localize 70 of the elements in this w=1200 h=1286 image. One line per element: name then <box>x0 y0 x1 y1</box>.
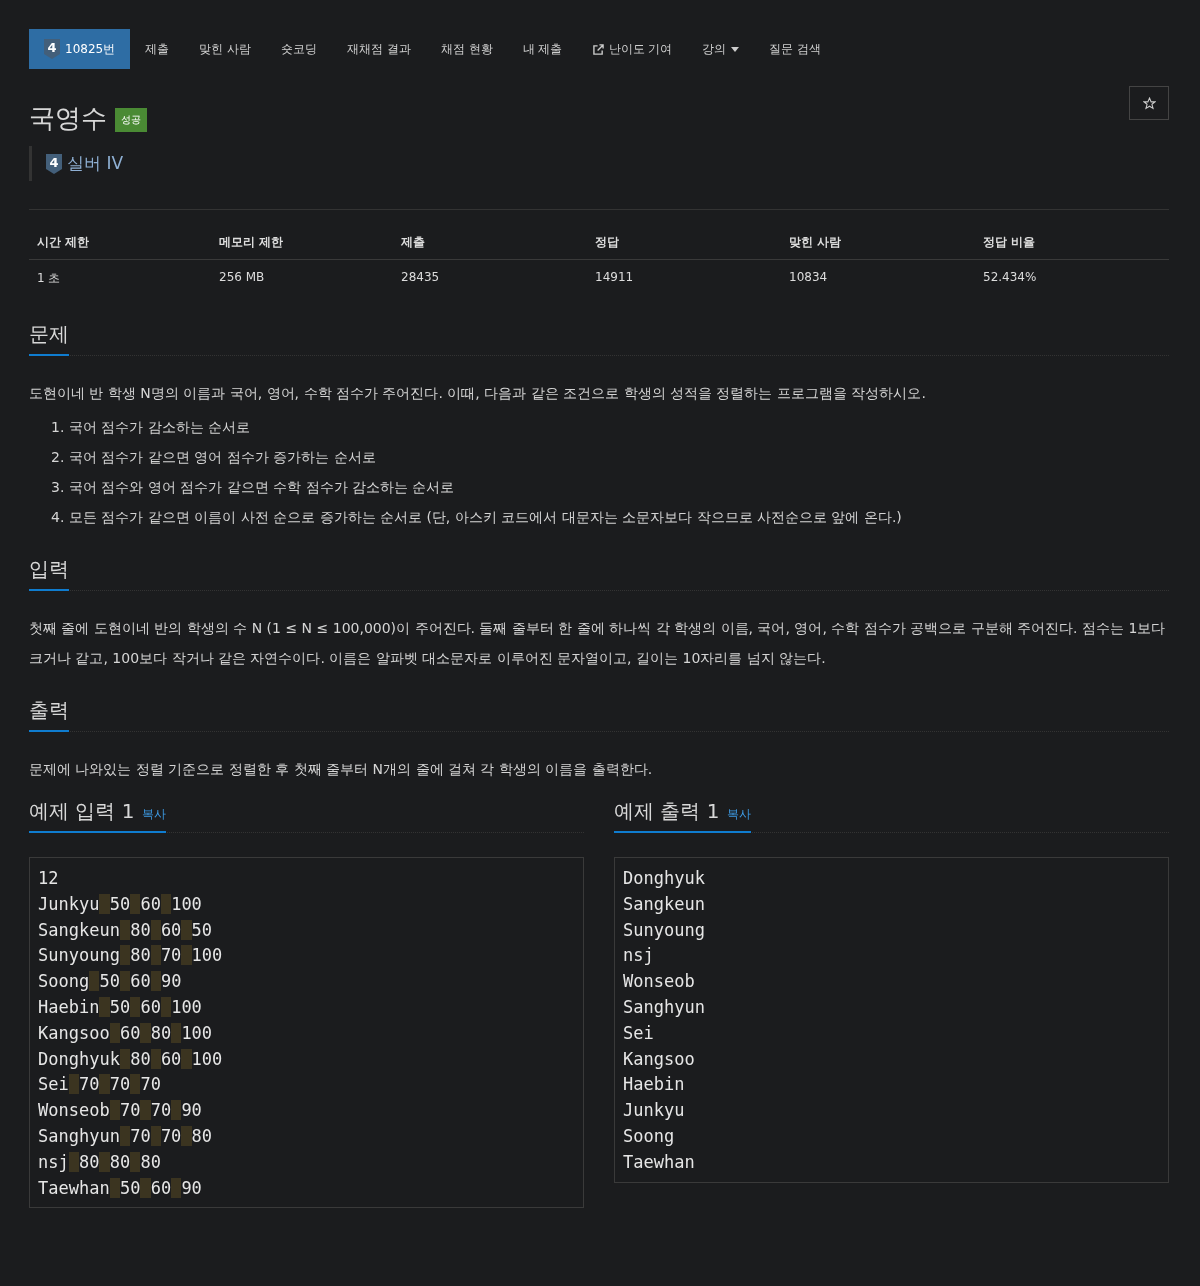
tier-badge: 4 <box>44 39 60 59</box>
code-line: nsj 80 80 80 <box>38 1150 162 1174</box>
code-line: Sangkeun <box>623 892 706 916</box>
copy-link[interactable]: 복사 <box>142 806 167 823</box>
nav-tab[interactable]: 재채점 결과 <box>332 29 426 69</box>
code-line: Sei 70 70 70 <box>38 1073 162 1097</box>
favorite-button[interactable] <box>1129 86 1169 120</box>
nav-tab[interactable]: 채점 현황 <box>425 29 508 69</box>
column-header: 시간 제한 <box>29 226 211 260</box>
sample-heading: 예제 입력 1 <box>29 798 135 825</box>
code-line: Donghyuk <box>623 867 706 890</box>
problem-title: 국영수 <box>29 103 107 133</box>
list-item: 2. 국어 점수가 같으면 영어 점수가 증가하는 순서로 <box>51 448 377 467</box>
column-header: 정답 <box>587 226 781 260</box>
list-item: 4. 모든 점수가 같으면 이름이 사전 순으로 증가하는 순서로 (단, 아스키 코드에서 대문자는 소문자보다 작으므로 사전순으로 앞에 온다.) <box>51 508 903 527</box>
code-line: Junkyu 50 60 100 <box>38 892 203 916</box>
column-header: 메모리 제한 <box>211 226 393 260</box>
table-cell-text: 52.434% <box>982 269 1038 286</box>
code-line: Sunyoung 80 70 100 <box>38 944 224 968</box>
nav-tab[interactable]: 숏코딩 <box>266 29 332 69</box>
code-line: nsj <box>623 944 655 968</box>
section-paragraph: 도현이네 반 학생 N명의 이름과 국어, 영어, 수학 점수가 주어진다. 이때, 다음과 같은 조건으로 학생의 성적을 정렬하는 프로그램을 작성하시오. <box>29 384 927 403</box>
nav-tab[interactable]: 맞힌 사람 <box>184 29 266 69</box>
caret-icon <box>731 46 740 52</box>
code-line: Soong 50 60 90 <box>38 970 183 994</box>
table-cell-text: 1 초 <box>36 270 62 287</box>
code-line: Donghyuk 80 60 100 <box>38 1047 224 1071</box>
nav-tab[interactable]: 난이도 기여 <box>577 29 688 69</box>
table-cell-text: 28435 <box>400 269 441 286</box>
column-header: 제출 <box>393 226 587 260</box>
code-line: Haebin 50 60 100 <box>38 995 203 1019</box>
nav-tab[interactable]: 제출 <box>130 29 185 69</box>
code-line: Junkyu <box>623 1099 686 1123</box>
tier-badge: 4 <box>46 153 62 174</box>
nav-tab[interactable]: 질문 검색 <box>754 29 837 69</box>
code-line: Sangkeun 80 60 50 <box>38 918 214 942</box>
code-line: Taewhan <box>623 1150 696 1174</box>
section-paragraph: 문제에 나와있는 정렬 기준으로 정렬한 후 첫째 줄부터 N개의 줄에 걸쳐 각 학생의 이름을 출력한다. <box>29 760 654 779</box>
code-line: Haebin <box>623 1073 686 1097</box>
nav-tab[interactable]: 내 제출 <box>507 29 578 69</box>
nav-tab[interactable]: 4 10825번 <box>29 29 131 69</box>
section-paragraph: 첫째 줄에 도현이네 반의 학생의 수 N (1 ≤ N ≤ 100,000)이 주어진다. 둘째 줄부터 한 줄에 하나씩 각 학생의 이름, 국어, 영어, 수학 점수가 공백으로 구분해 주어진다. 점수는 1보다 크거나 같고, 100보다 작거나 같은 자연수이다. 이름은 알파벳 대소문자로 이루어진 문자열이고, 길이는 10자리를 넘지 않는다. <box>29 619 1167 668</box>
column-header: 정답 비율 <box>975 226 1169 260</box>
code-line: 12 <box>38 867 60 890</box>
external-link-icon <box>592 43 604 55</box>
code-line: Kangsoo 60 80 100 <box>38 1021 214 1045</box>
result-badge: 성공 <box>115 107 147 132</box>
nav-tab[interactable]: 강의 <box>687 29 755 69</box>
section-heading: 출력 <box>29 697 69 732</box>
tier-label: 실버 IV <box>67 152 124 175</box>
code-line: Wonseob <box>623 970 696 994</box>
table-cell-text: 14911 <box>594 269 635 286</box>
code-line: Sei <box>623 1021 655 1045</box>
code-line: Soong <box>623 1124 676 1148</box>
code-line: Sanghyun 70 70 80 <box>38 1124 214 1148</box>
column-header: 맞힌 사람 <box>781 226 975 260</box>
code-line: Wonseob 70 70 90 <box>38 1099 203 1123</box>
copy-link[interactable]: 복사 <box>727 806 752 823</box>
sample-heading: 예제 출력 1 <box>614 798 720 825</box>
list-item: 1. 국어 점수가 감소하는 순서로 <box>51 418 252 437</box>
code-line: Kangsoo <box>623 1047 696 1071</box>
list-item: 3. 국어 점수와 영어 점수가 같으면 수학 점수가 감소하는 순서로 <box>51 478 456 497</box>
table-cell-text: 256 MB <box>218 269 266 286</box>
section-heading: 문제 <box>29 321 69 356</box>
star-icon <box>1142 96 1156 110</box>
code-line: Sunyoung <box>623 918 706 942</box>
code-line: Taewhan 50 60 90 <box>38 1176 203 1200</box>
table-cell-text: 10834 <box>788 269 829 286</box>
code-line: Sanghyun <box>623 996 706 1019</box>
section-heading: 입력 <box>29 556 69 591</box>
